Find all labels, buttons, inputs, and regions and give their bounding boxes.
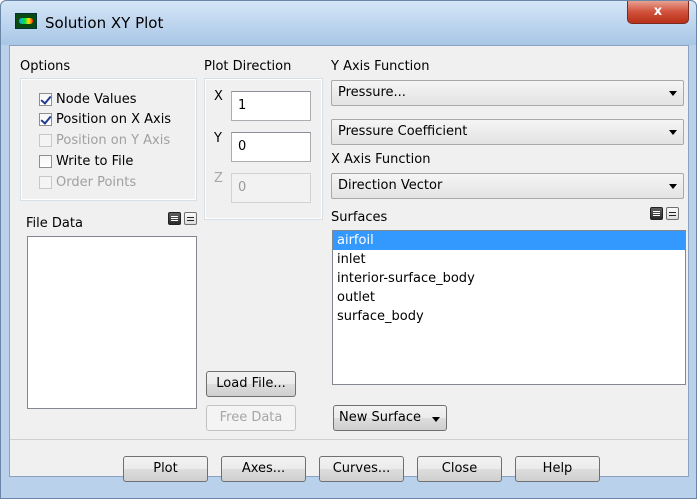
surface-list-item[interactable]: inlet bbox=[333, 250, 685, 269]
checkbox-check-icon bbox=[39, 93, 52, 106]
solution-xy-plot-window: Solution XY Plot x Options Node Values P… bbox=[0, 0, 697, 499]
surfaces-select-all-icon[interactable] bbox=[650, 207, 663, 220]
options-label: Options bbox=[20, 59, 71, 74]
y-direction-label: Y bbox=[214, 131, 222, 146]
new-surface-button[interactable]: New Surface bbox=[333, 405, 447, 431]
write-to-file-label: Write to File bbox=[56, 154, 134, 169]
z-direction-input[interactable]: 0 bbox=[231, 173, 311, 203]
position-on-y-axis-label: Position on Y Axis bbox=[56, 133, 171, 148]
file-data-label: File Data bbox=[26, 216, 83, 231]
surfaces-label: Surfaces bbox=[331, 210, 388, 225]
surfaces-list[interactable]: airfoil inlet interior-surface_body outl… bbox=[332, 230, 686, 385]
close-button[interactable]: Close bbox=[417, 456, 502, 482]
surface-list-item[interactable]: surface_body bbox=[333, 307, 685, 326]
options-group: Node Values Position on X Axis Position … bbox=[20, 78, 197, 201]
surface-list-item[interactable]: interior-surface_body bbox=[333, 269, 685, 288]
y-axis-function-dropdown[interactable]: Pressure Coefficient bbox=[331, 119, 684, 145]
y-axis-function-label: Y Axis Function bbox=[331, 59, 430, 74]
x-axis-function-dropdown[interactable]: Direction Vector bbox=[331, 173, 684, 199]
button-row-separator bbox=[10, 439, 688, 440]
surface-list-item[interactable]: airfoil bbox=[333, 231, 685, 250]
x-axis-function-value: Direction Vector bbox=[338, 178, 443, 193]
dropdown-arrow-icon bbox=[669, 184, 677, 189]
dropdown-arrow-icon bbox=[432, 417, 440, 422]
plot-direction-label: Plot Direction bbox=[204, 59, 292, 74]
plot-direction-group: X 1 Y 0 Z 0 bbox=[204, 78, 323, 220]
free-data-button[interactable]: Free Data bbox=[206, 405, 296, 431]
y-axis-function-category-dropdown[interactable]: Pressure... bbox=[331, 80, 684, 106]
node-values-label: Node Values bbox=[56, 92, 137, 107]
window-title: Solution XY Plot bbox=[45, 14, 164, 32]
position-on-x-axis-label: Position on X Axis bbox=[56, 112, 172, 127]
x-axis-function-label: X Axis Function bbox=[331, 152, 431, 167]
checkbox-check-icon bbox=[39, 113, 52, 126]
plot-button[interactable]: Plot bbox=[123, 456, 208, 482]
title-bar[interactable]: Solution XY Plot x bbox=[1, 1, 696, 45]
file-data-deselect-all-icon[interactable] bbox=[184, 212, 197, 225]
y-direction-input[interactable]: 0 bbox=[231, 132, 311, 162]
curves-button[interactable]: Curves... bbox=[319, 456, 404, 482]
fluent-app-icon bbox=[15, 13, 37, 29]
new-surface-label: New Surface bbox=[339, 410, 422, 425]
load-file-button[interactable]: Load File... bbox=[206, 371, 296, 397]
axes-button[interactable]: Axes... bbox=[221, 456, 306, 482]
y-axis-function-category-value: Pressure... bbox=[338, 85, 406, 100]
order-points-label: Order Points bbox=[56, 175, 137, 190]
surfaces-deselect-all-icon[interactable] bbox=[666, 207, 679, 220]
help-button[interactable]: Help bbox=[515, 456, 600, 482]
dropdown-arrow-icon bbox=[669, 91, 677, 96]
window-close-button[interactable]: x bbox=[627, 1, 689, 24]
surface-list-item[interactable]: outlet bbox=[333, 288, 685, 307]
x-direction-label: X bbox=[214, 89, 223, 104]
file-data-list[interactable] bbox=[27, 236, 197, 409]
y-axis-function-value: Pressure Coefficient bbox=[338, 124, 468, 139]
z-direction-label: Z bbox=[214, 171, 223, 186]
file-data-select-all-icon[interactable] bbox=[168, 212, 181, 225]
dropdown-arrow-icon bbox=[669, 130, 677, 135]
x-direction-input[interactable]: 1 bbox=[231, 91, 311, 121]
dialog-body: Options Node Values Position on X Axis P… bbox=[9, 45, 689, 482]
